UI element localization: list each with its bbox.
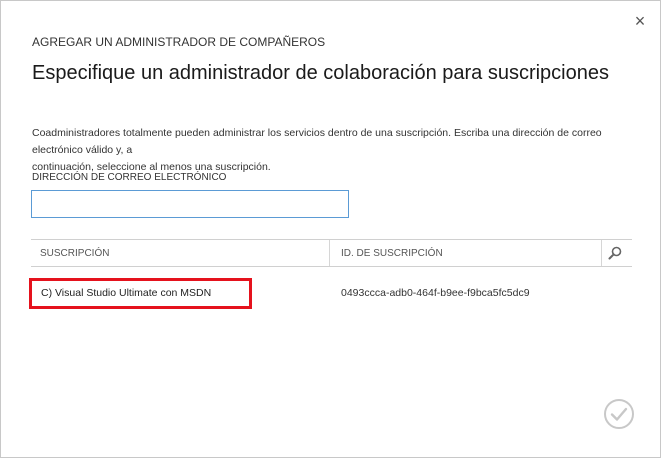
dialog-title: Especifique un administrador de colabora…	[32, 62, 609, 84]
add-coadmin-dialog: × AGREGAR UN ADMINISTRADOR DE COMPAÑEROS…	[0, 0, 661, 458]
dialog-header: AGREGAR UN ADMINISTRADOR DE COMPAÑEROS	[32, 35, 326, 49]
search-button[interactable]	[607, 245, 623, 261]
email-label: DIRECCIÓN DE CORREO ELECTRÓNICO	[32, 172, 227, 183]
email-input[interactable]	[31, 190, 349, 218]
checkmark-icon	[604, 399, 634, 429]
subscription-id: 0493ccca-adb0-464f-b9ee-f9bca5fc5dc9	[341, 287, 530, 299]
column-header-subscription-id[interactable]: ID. DE SUSCRIPCIÓN	[341, 248, 443, 259]
column-divider	[329, 240, 330, 266]
search-icon	[608, 246, 622, 260]
table-row[interactable]: C) Visual Studio Ultimate con MSDN 0493c…	[29, 278, 632, 309]
dialog-description: Coadministradores totalmente pueden admi…	[32, 125, 632, 176]
description-line-1: Coadministradores totalmente pueden admi…	[32, 127, 602, 156]
close-icon: ×	[634, 11, 646, 31]
close-button[interactable]: ×	[630, 11, 650, 31]
subscription-name[interactable]: C) Visual Studio Ultimate con MSDN	[41, 287, 211, 299]
column-header-subscription[interactable]: SUSCRIPCIÓN	[40, 248, 109, 259]
subscription-table-header: SUSCRIPCIÓN ID. DE SUSCRIPCIÓN	[31, 239, 632, 267]
column-divider	[601, 240, 602, 266]
confirm-button[interactable]	[603, 398, 635, 430]
